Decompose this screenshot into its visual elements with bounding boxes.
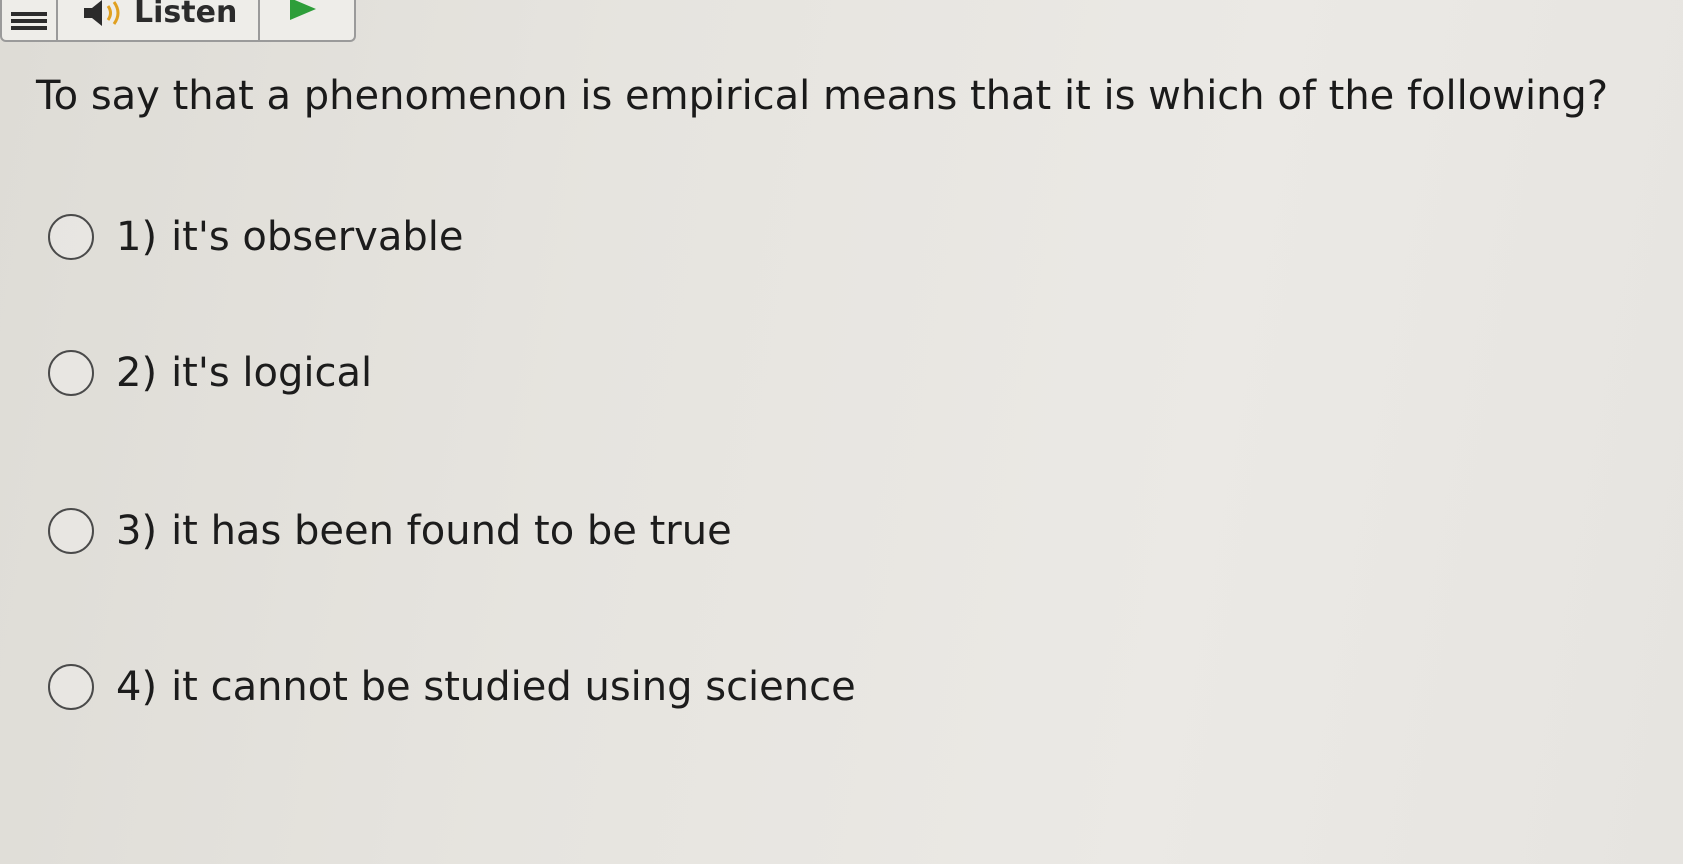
question-text: To say that a phenomenon is empirical me… (36, 73, 1609, 119)
option-2[interactable]: 2) it's logical (48, 350, 372, 396)
play-button[interactable] (260, 0, 350, 40)
option-1[interactable]: 1) it's observable (48, 214, 463, 260)
option-number: 4) (116, 664, 158, 710)
radio-button[interactable] (48, 350, 94, 396)
hamburger-menu-icon (11, 12, 47, 16)
option-3[interactable]: 3) it has been found to be true (48, 508, 732, 554)
option-number: 3) (116, 508, 158, 554)
radio-button[interactable] (48, 214, 94, 260)
option-label: it's observable (171, 214, 464, 260)
speaker-icon (84, 0, 120, 26)
option-number: 2) (116, 350, 158, 396)
option-label: it cannot be studied using science (171, 664, 856, 710)
option-number: 1) (116, 214, 158, 260)
radio-button[interactable] (48, 664, 94, 710)
toolbar: Listen (0, 0, 356, 42)
play-icon (290, 0, 316, 20)
radio-button[interactable] (48, 508, 94, 554)
listen-label: Listen (134, 0, 238, 30)
option-label: it's logical (171, 350, 373, 396)
menu-button[interactable] (2, 0, 58, 40)
option-4[interactable]: 4) it cannot be studied using science (48, 664, 856, 710)
listen-button[interactable]: Listen (58, 0, 260, 40)
option-label: it has been found to be true (171, 508, 732, 554)
